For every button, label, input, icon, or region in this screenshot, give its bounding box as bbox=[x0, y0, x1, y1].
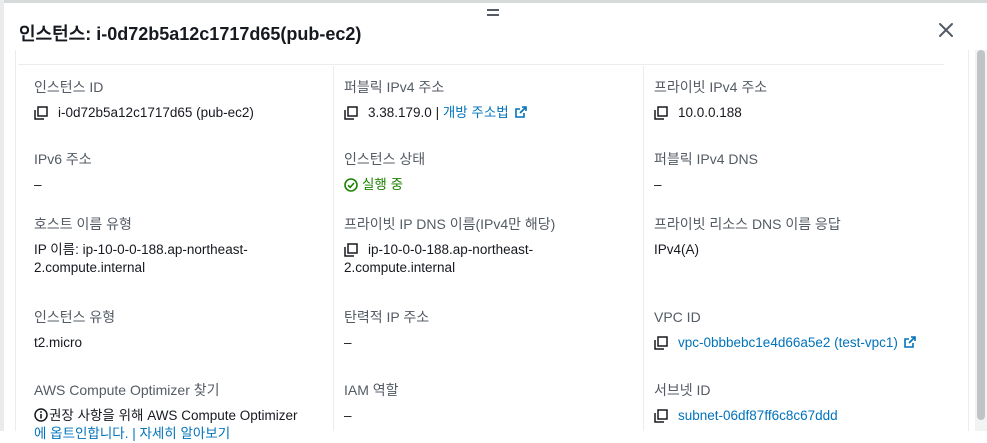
label-instance-type: 인스턴스 유형 bbox=[34, 309, 116, 325]
field-subnet-id: 서브넷 ID subnet-06df87ff6c8c67ddd bbox=[654, 381, 944, 425]
field-instance-id: 인스턴스 ID i-0d72b5a12c1717d65 (pub-ec2) bbox=[34, 78, 324, 122]
copy-icon[interactable] bbox=[654, 336, 668, 350]
value-instance-type: t2.micro bbox=[34, 335, 83, 350]
private-dns-line-1: ip-10-0-0-188.ap-northeast- bbox=[368, 242, 534, 257]
field-compute-optimizer: AWS Compute Optimizer 찾기 권장 사항을 위해 AWS C… bbox=[34, 381, 324, 443]
vpc-id-link[interactable]: vpc-0bbbebc1e4d66a5e2 (test-vpc1) bbox=[678, 335, 898, 350]
optimizer-opt-in-link[interactable]: 에 옵트인합니다. | 자세히 알아보기 bbox=[34, 425, 324, 443]
scrollbar-thumb[interactable] bbox=[977, 50, 985, 420]
label-public-ipv4-dns: 퍼블릭 IPv4 DNS bbox=[654, 151, 758, 167]
window-top-border bbox=[0, 0, 987, 3]
public-ipv4-text: 3.38.179.0 bbox=[368, 105, 432, 120]
copy-icon[interactable] bbox=[34, 106, 48, 120]
value-public-ipv4: 3.38.179.0 | 개방 주소법 bbox=[334, 104, 634, 122]
value-subnet-id: subnet-06df87ff6c8c67ddd bbox=[644, 407, 944, 425]
value-private-ipv4: 10.0.0.188 bbox=[644, 104, 944, 122]
label-private-ip-dns-name: 프라이빗 IP DNS 이름(IPv4만 해당) bbox=[344, 216, 556, 232]
label-subnet-id: 서브넷 ID bbox=[654, 382, 711, 398]
field-iam-role: IAM 역할 – bbox=[344, 381, 634, 425]
value-iam-role: – bbox=[344, 408, 352, 423]
value-private-resource-dns: IPv4(A) bbox=[654, 242, 700, 257]
label-ipv6: IPv6 주소 bbox=[34, 151, 92, 167]
field-elastic-ip: 탄력적 IP 주소 – bbox=[344, 308, 634, 352]
hostname-line-1: IP 이름: ip-10-0-0-188.ap-northeast- bbox=[34, 242, 248, 257]
field-hostname-type: 호스트 이름 유형 IP 이름: ip-10-0-0-188.ap-northe… bbox=[34, 215, 324, 277]
separator: | bbox=[431, 105, 443, 120]
optimizer-line-1: 권장 사항을 위해 AWS Compute Optimizer bbox=[49, 408, 298, 423]
field-vpc-id: VPC ID vpc-0bbbebc1e4d66a5e2 (test-vpc1) bbox=[654, 308, 944, 352]
label-iam-role: IAM 역할 bbox=[344, 382, 399, 398]
label-elastic-ip: 탄력적 IP 주소 bbox=[344, 309, 430, 325]
instance-state-text: 실행 중 bbox=[362, 177, 404, 192]
copy-icon[interactable] bbox=[654, 106, 668, 120]
value-ipv6: – bbox=[34, 177, 42, 192]
value-compute-optimizer: 권장 사항을 위해 AWS Compute Optimizer 에 옵트인합니다… bbox=[34, 407, 324, 443]
copy-icon[interactable] bbox=[344, 243, 358, 257]
external-link-icon[interactable] bbox=[514, 106, 527, 118]
value-hostname-type: IP 이름: ip-10-0-0-188.ap-northeast- 2.com… bbox=[34, 241, 324, 277]
field-public-ipv4: 퍼블릭 IPv4 주소 3.38.179.0 | 개방 주소법 bbox=[344, 78, 634, 122]
value-instance-state: 실행 중 bbox=[344, 176, 634, 194]
modal-title: 인스턴스: i-0d72b5a12c1717d65(pub-ec2) bbox=[19, 24, 362, 44]
label-private-resource-dns: 프라이빗 리소스 DNS 이름 응답 bbox=[654, 216, 841, 232]
value-instance-id: i-0d72b5a12c1717d65 (pub-ec2) bbox=[24, 104, 324, 122]
value-private-ip-dns-name: ip-10-0-0-188.ap-northeast- 2.compute.in… bbox=[344, 241, 634, 277]
field-instance-state: 인스턴스 상태 실행 중 bbox=[344, 150, 634, 194]
value-vpc-id: vpc-0bbbebc1e4d66a5e2 (test-vpc1) bbox=[644, 334, 944, 352]
hostname-line-2: 2.compute.internal bbox=[34, 260, 146, 275]
close-icon bbox=[939, 23, 953, 37]
field-ipv6: IPv6 주소 – bbox=[34, 150, 324, 194]
field-private-ipv4: 프라이빗 IPv4 주소 10.0.0.188 bbox=[654, 78, 944, 122]
label-vpc-id: VPC ID bbox=[654, 309, 701, 325]
label-instance-state: 인스턴스 상태 bbox=[344, 151, 426, 167]
success-check-icon bbox=[344, 178, 358, 192]
field-private-resource-dns: 프라이빗 리소스 DNS 이름 응답 IPv4(A) bbox=[654, 215, 944, 259]
panel-top-divider bbox=[18, 64, 944, 65]
label-instance-id: 인스턴스 ID bbox=[34, 79, 104, 95]
value-elastic-ip: – bbox=[344, 335, 352, 350]
private-dns-line-2: 2.compute.internal bbox=[344, 260, 456, 275]
field-public-ipv4-dns: 퍼블릭 IPv4 DNS – bbox=[654, 150, 944, 194]
instance-id-text: i-0d72b5a12c1717d65 (pub-ec2) bbox=[58, 105, 254, 120]
label-public-ipv4: 퍼블릭 IPv4 주소 bbox=[344, 79, 445, 95]
value-public-ipv4-dns: – bbox=[654, 177, 662, 192]
scrollbar[interactable] bbox=[975, 50, 987, 431]
field-private-ip-dns-name: 프라이빗 IP DNS 이름(IPv4만 해당) ip-10-0-0-188.a… bbox=[344, 215, 634, 277]
copy-icon[interactable] bbox=[344, 106, 358, 120]
drag-handle-icon[interactable] bbox=[487, 9, 499, 16]
open-address-link[interactable]: 개방 주소법 bbox=[443, 105, 509, 120]
label-compute-optimizer: AWS Compute Optimizer 찾기 bbox=[34, 382, 220, 398]
close-button[interactable] bbox=[936, 20, 956, 40]
copy-icon[interactable] bbox=[654, 409, 668, 423]
subnet-id-link[interactable]: subnet-06df87ff6c8c67ddd bbox=[678, 407, 838, 425]
label-hostname-type: 호스트 이름 유형 bbox=[34, 216, 132, 232]
info-icon bbox=[34, 408, 48, 422]
external-link-icon[interactable] bbox=[904, 336, 916, 348]
label-private-ipv4: 프라이빗 IPv4 주소 bbox=[654, 79, 768, 95]
field-instance-type: 인스턴스 유형 t2.micro bbox=[34, 308, 324, 352]
private-ipv4-text: 10.0.0.188 bbox=[678, 105, 742, 120]
window-left-border bbox=[0, 0, 4, 431]
